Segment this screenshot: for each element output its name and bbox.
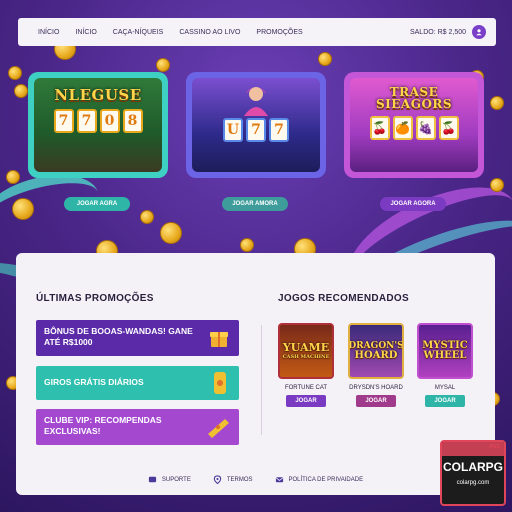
nav-item-promotions[interactable]: PROMOÇÕES bbox=[256, 29, 302, 36]
recommended-game-card[interactable]: YUAME CASH MACHINE FORTUNE CAT JOGAR bbox=[278, 323, 334, 407]
play-button[interactable]: JOGAR bbox=[425, 395, 465, 407]
coin-icon bbox=[140, 210, 154, 224]
play-now-button[interactable]: JOGAR AMORA bbox=[222, 197, 288, 211]
thumbnail-subtitle: HOARD bbox=[354, 349, 398, 361]
section-divider bbox=[261, 325, 262, 435]
game-thumbnail: YUAME CASH MACHINE bbox=[278, 323, 334, 379]
game-title-line: SIEAGORS bbox=[375, 97, 453, 111]
slot-reels: 🍒 🍊 🍇 🍒 bbox=[369, 116, 459, 140]
play-now-button[interactable]: JOGAR AGORA bbox=[380, 197, 446, 211]
reel-symbol: 🍒 bbox=[438, 116, 459, 140]
promo-welcome-bonus[interactable]: BÔNUS DE BOOAS-WANDAS! GANE ATÉ R$1000 bbox=[36, 320, 239, 356]
badge-tag: PGS bbox=[489, 444, 500, 450]
reel-symbol: 🍊 bbox=[392, 116, 413, 140]
footer-label: SUPORTE bbox=[161, 476, 191, 483]
coin-icon bbox=[14, 84, 28, 98]
game-screen: TRASE SIEAGORS 🍒 🍊 🍇 🍒 bbox=[350, 78, 478, 172]
nav-item-home-2[interactable]: INÍCIO bbox=[75, 29, 96, 36]
footer-terms-link[interactable]: TERMOS bbox=[213, 475, 253, 484]
footer-privacy-link[interactable]: POLÍTICA DE PRIVAIDADE bbox=[275, 475, 364, 484]
thumbnail-subtitle: CASH MACHINE bbox=[282, 354, 330, 360]
promotions-title: ÚLTIMAS PROMOÇÕES bbox=[36, 293, 154, 304]
coin-icon bbox=[490, 178, 504, 192]
slot-reels: U 7 7 bbox=[223, 118, 289, 142]
play-now-button[interactable]: JOGAR AGRA bbox=[64, 197, 130, 211]
play-button[interactable]: JOGAR bbox=[286, 395, 326, 407]
gift-icon bbox=[210, 332, 228, 347]
game-screen: NLEGUSE 7 7 0 8 bbox=[34, 78, 162, 172]
coin-icon bbox=[156, 58, 170, 72]
user-icon bbox=[476, 29, 482, 36]
reel-symbol: 7 bbox=[269, 118, 289, 142]
recommended-game-card[interactable]: MYSTIC WHEEL MYSAL JOGAR bbox=[417, 323, 473, 407]
nav-item-live-casino[interactable]: CASSINO AO LIVO bbox=[179, 29, 240, 36]
footer-label: POLÍTICA DE PRIVAIDADE bbox=[288, 476, 364, 483]
coin-icon bbox=[8, 66, 22, 80]
promo-free-spins[interactable]: GIROS GRÁTIS DIÁRIOS bbox=[36, 366, 239, 400]
reel-symbol: 8 bbox=[122, 109, 143, 133]
featured-game-card[interactable]: NLEGUSE 7 7 0 8 bbox=[28, 72, 168, 178]
top-nav: INÍCIO INÍCIO CAÇA-NÍQUEIS CASSINO AO LI… bbox=[18, 18, 496, 46]
support-icon bbox=[148, 476, 157, 483]
mail-icon bbox=[275, 477, 283, 483]
nav-item-slots[interactable]: CAÇA-NÍQUEIS bbox=[113, 29, 164, 36]
coin-icon bbox=[160, 222, 182, 244]
balance-text: SALDO: R$ 2,500 bbox=[409, 28, 466, 36]
game-title: NLEGUSE bbox=[54, 86, 142, 104]
game-thumbnail: MYSTIC WHEEL bbox=[417, 323, 473, 379]
reel-symbol: 7 bbox=[246, 118, 266, 142]
coin-icon bbox=[490, 96, 504, 110]
location-pin-icon bbox=[213, 475, 222, 484]
game-thumbnail: DRAGON'S HOARD bbox=[348, 323, 404, 379]
coin-icon bbox=[318, 52, 332, 66]
watermark-badge: PGS COLARPG colarpg.com bbox=[440, 440, 506, 506]
balance-area: SALDO: R$ 2,500 bbox=[410, 25, 486, 39]
ticket-icon bbox=[208, 419, 229, 438]
coin-icon bbox=[240, 238, 254, 252]
character-icon bbox=[244, 87, 268, 116]
user-avatar[interactable] bbox=[472, 25, 486, 39]
content-panel: ÚLTIMAS PROMOÇÕES BÔNUS DE BOOAS-WANDAS!… bbox=[16, 253, 495, 495]
footer-support-link[interactable]: SUPORTE bbox=[148, 475, 191, 484]
thumbnail-title: YUAME bbox=[282, 341, 330, 354]
coin-icon bbox=[6, 170, 20, 184]
reel-symbol: 7 bbox=[76, 109, 97, 133]
game-screen: U 7 7 bbox=[192, 78, 320, 172]
reel-symbol: 🍇 bbox=[415, 116, 436, 140]
ticket-icon bbox=[214, 372, 226, 394]
recommended-game-card[interactable]: DRAGON'S HOARD DRYSDN'S HOARD JOGAR bbox=[348, 323, 404, 407]
promo-label: BÔNUS DE BOOAS-WANDAS! GANE ATÉ R$1000 bbox=[44, 326, 193, 348]
nav-item-home[interactable]: INÍCIO bbox=[38, 29, 59, 36]
slot-reels: 7 7 0 8 bbox=[53, 109, 143, 133]
reel-symbol: 0 bbox=[99, 109, 120, 133]
featured-game-card[interactable]: TRASE SIEAGORS 🍒 🍊 🍇 🍒 bbox=[344, 72, 484, 178]
game-name: DRYSDN'S HOARD bbox=[349, 385, 403, 391]
featured-game-card[interactable]: U 7 7 bbox=[186, 72, 326, 178]
reel-symbol: 7 bbox=[53, 109, 74, 133]
game-name: FORTUNE CAT bbox=[284, 385, 328, 391]
game-title: TRASE SIEAGORS bbox=[376, 86, 452, 110]
footer-label: TERMOS bbox=[226, 476, 253, 483]
reel-symbol: 🍒 bbox=[369, 116, 390, 140]
recommended-title: JOGOS RECOMENDADOS bbox=[278, 293, 409, 304]
promo-label: CLUBE VIP: RECOMPENDAS EXCLUSIVAS! bbox=[44, 415, 162, 437]
promo-vip-club[interactable]: CLUBE VIP: RECOMPENDAS EXCLUSIVAS! bbox=[36, 409, 239, 445]
coin-icon bbox=[12, 198, 34, 220]
game-name: MYSAL bbox=[434, 385, 456, 391]
reel-symbol: U bbox=[223, 118, 243, 142]
footer-links: SUPORTE TERMOS POLÍTICA DE PRIVAIDADE bbox=[16, 475, 495, 484]
nav-links: INÍCIO INÍCIO CAÇA-NÍQUEIS CASSINO AO LI… bbox=[38, 29, 303, 36]
badge-name: COLARPG bbox=[443, 460, 503, 474]
featured-games: NLEGUSE 7 7 0 8 U 7 7 TRASE SIEAGORS 🍒 🍊… bbox=[28, 72, 488, 180]
promo-label: GIROS GRÁTIS DIÁRIOS bbox=[44, 377, 144, 388]
thumbnail-subtitle: WHEEL bbox=[423, 350, 467, 361]
play-button[interactable]: JOGAR bbox=[356, 395, 396, 407]
badge-url: colarpg.com bbox=[456, 480, 490, 486]
